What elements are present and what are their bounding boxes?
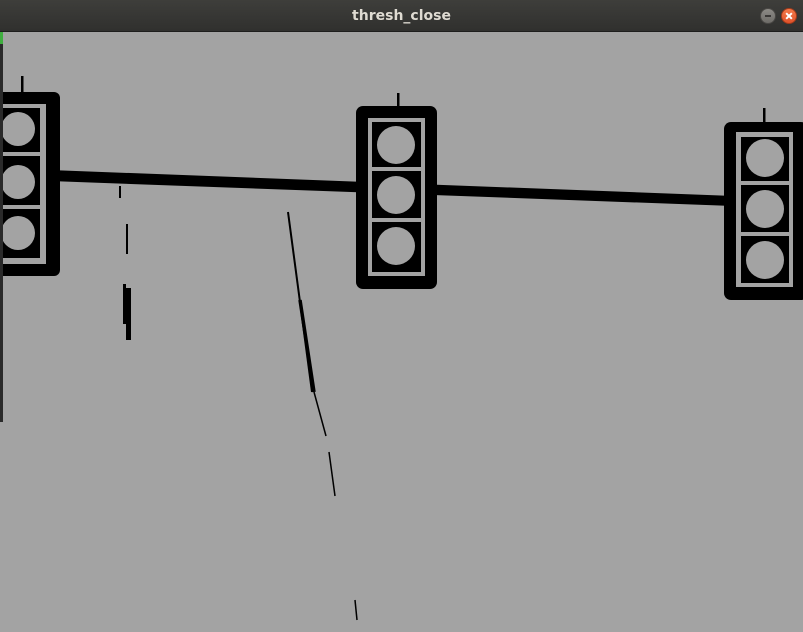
image-canvas: [0, 32, 803, 632]
image-window: thresh_close: [0, 0, 803, 632]
minimize-button[interactable]: [760, 8, 776, 24]
background-window-edge: [0, 32, 3, 422]
traffic-light-right: [724, 108, 803, 300]
window-title: thresh_close: [352, 8, 451, 24]
window-titlebar[interactable]: thresh_close: [0, 0, 803, 32]
close-button[interactable]: [781, 8, 797, 24]
traffic-light-middle: [356, 93, 437, 289]
traffic-light-left: [0, 76, 60, 276]
background-window-accent: [0, 32, 3, 44]
